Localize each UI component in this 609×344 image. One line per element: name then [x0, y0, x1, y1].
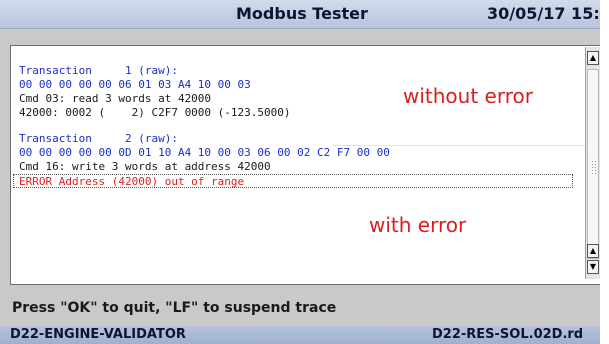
raw-bytes: 00 00 00 00 00 0D 01 10 A4 10 00 03 06 0… — [19, 146, 390, 159]
datetime-display: 30/05/17 15:4 — [487, 4, 600, 23]
grip-icon — [591, 160, 597, 176]
app-title: Modbus Tester — [236, 4, 368, 23]
trace-log: Transaction 1 (raw): 00 00 00 00 00 06 0… — [13, 64, 579, 188]
scroll-up-icon[interactable]: ▲ — [587, 51, 599, 65]
divider — [333, 145, 585, 146]
footer-right-label: D22-RES-SOL.02D.rd — [432, 327, 584, 342]
scroll-down-icon[interactable]: ▼ — [587, 260, 599, 274]
scroll-thumb[interactable] — [587, 69, 599, 259]
app-window: Modbus Tester 30/05/17 15:4 Transaction … — [0, 0, 600, 344]
footer-bar: D22-ENGINE-VALIDATOR D22-RES-SOL.02D.rd — [0, 326, 600, 344]
response-values: 42000: 0002 ( 2) C2F7 0000 (-123.5000) — [19, 106, 291, 119]
trace-panel[interactable]: Transaction 1 (raw): 00 00 00 00 00 06 0… — [10, 45, 600, 285]
title-bar: Modbus Tester 30/05/17 15:4 — [0, 0, 600, 29]
error-line[interactable]: ERROR Address (42000) out of range — [13, 174, 573, 188]
vertical-scrollbar[interactable]: ▲ ▲ ▼ — [585, 47, 600, 279]
transaction-header: Transaction 2 (raw): — [19, 132, 178, 145]
command-line: Cmd 16: write 3 words at address 42000 — [19, 160, 271, 173]
annotation-with-error: with error — [369, 213, 467, 237]
annotation-without-error: without error — [403, 84, 533, 108]
status-hint: Press "OK" to quit, "LF" to suspend trac… — [12, 300, 337, 316]
footer-left-label: D22-ENGINE-VALIDATOR — [10, 327, 186, 342]
transaction-header: Transaction 1 (raw): — [19, 64, 178, 77]
scroll-up-icon[interactable]: ▲ — [587, 244, 599, 258]
